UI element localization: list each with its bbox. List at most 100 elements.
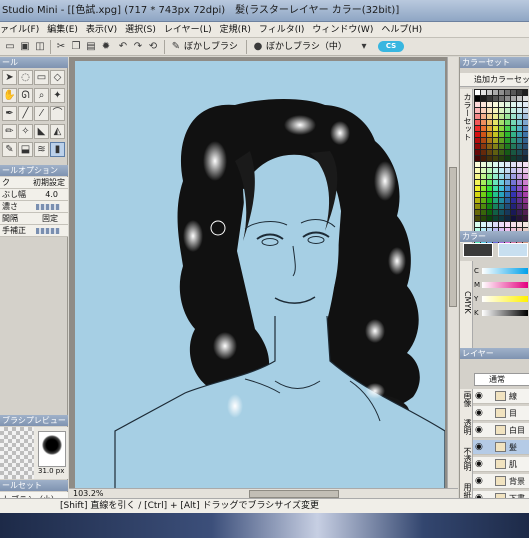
- color-swatch[interactable]: [517, 192, 522, 197]
- color-swatch[interactable]: [493, 144, 498, 149]
- copy-icon[interactable]: ❐: [70, 41, 82, 53]
- color-swatch[interactable]: [499, 222, 504, 227]
- color-swatch[interactable]: [493, 114, 498, 119]
- color-swatch[interactable]: [475, 162, 480, 167]
- color-swatch[interactable]: [511, 192, 516, 197]
- color-swatch[interactable]: [487, 168, 492, 173]
- interval-value[interactable]: 固定: [42, 213, 58, 224]
- chevron-down-icon[interactable]: ▾: [358, 41, 370, 53]
- color-swatch[interactable]: [517, 108, 522, 113]
- visibility-eye-icon[interactable]: ◉: [475, 459, 483, 469]
- stabilizer-slider[interactable]: [36, 228, 60, 234]
- color-swatch[interactable]: [505, 198, 510, 203]
- color-swatch[interactable]: [523, 198, 528, 203]
- blend-mode-select[interactable]: 通常: [474, 373, 529, 386]
- color-swatch[interactable]: [499, 126, 504, 131]
- menu-ruler[interactable]: 定規(R): [216, 22, 255, 37]
- color-swatch[interactable]: [475, 192, 480, 197]
- color-swatch[interactable]: [517, 186, 522, 191]
- color-swatch[interactable]: [481, 168, 486, 173]
- color-swatch[interactable]: [505, 180, 510, 185]
- sub-color-swatch[interactable]: [498, 243, 528, 257]
- color-swatch[interactable]: [493, 204, 498, 209]
- color-swatch[interactable]: [517, 162, 522, 167]
- color-swatch[interactable]: [517, 216, 522, 221]
- color-swatch[interactable]: [493, 186, 498, 191]
- lasso-icon[interactable]: ◌: [18, 70, 33, 85]
- color-swatch[interactable]: [481, 126, 486, 131]
- color-swatch[interactable]: [475, 132, 480, 137]
- ruler-icon[interactable]: ▮: [50, 142, 65, 157]
- color-swatch[interactable]: [517, 138, 522, 143]
- option-row[interactable]: 濃さ: [0, 201, 68, 213]
- color-swatch[interactable]: [505, 144, 510, 149]
- scroll-thumb[interactable]: [449, 167, 457, 307]
- color-swatch[interactable]: [481, 192, 486, 197]
- cursor-icon[interactable]: ➤: [2, 70, 17, 85]
- stamp-icon[interactable]: ⬓: [18, 142, 33, 157]
- color-swatch[interactable]: [523, 156, 528, 161]
- color-swatch[interactable]: [487, 132, 492, 137]
- color-swatch[interactable]: [499, 144, 504, 149]
- option-row[interactable]: ク 初期設定: [0, 177, 68, 189]
- color-swatch[interactable]: [523, 138, 528, 143]
- color-swatch[interactable]: [475, 210, 480, 215]
- color-swatch[interactable]: [511, 150, 516, 155]
- color-swatch[interactable]: [481, 174, 486, 179]
- m-slider[interactable]: [482, 282, 528, 288]
- hand-icon[interactable]: ✋: [2, 88, 17, 103]
- color-swatch[interactable]: [511, 186, 516, 191]
- color-swatch[interactable]: [481, 186, 486, 191]
- color-swatch[interactable]: [487, 210, 492, 215]
- color-swatch[interactable]: [487, 216, 492, 221]
- brush-width-value[interactable]: 4.0: [45, 189, 58, 200]
- color-swatch[interactable]: [499, 198, 504, 203]
- drawing-canvas[interactable]: [75, 61, 445, 493]
- color-swatch[interactable]: [475, 216, 480, 221]
- color-swatch[interactable]: [487, 102, 492, 107]
- color-swatch[interactable]: [493, 162, 498, 167]
- option-row[interactable]: 間隔 固定: [0, 213, 68, 225]
- color-swatch[interactable]: [481, 222, 486, 227]
- color-swatch[interactable]: [523, 132, 528, 137]
- lens-icon[interactable]: ⌕: [34, 88, 49, 103]
- color-swatch[interactable]: [493, 150, 498, 155]
- menu-window[interactable]: ウィンドウ(W): [308, 22, 377, 37]
- color-swatch[interactable]: [505, 174, 510, 179]
- layer-row[interactable]: ◉ 線: [473, 389, 529, 404]
- color-swatch[interactable]: [505, 162, 510, 167]
- color-swatch[interactable]: [487, 120, 492, 125]
- color-swatch[interactable]: [523, 102, 528, 107]
- color-swatch[interactable]: [517, 174, 522, 179]
- color-swatch[interactable]: [499, 108, 504, 113]
- color-swatch[interactable]: [511, 144, 516, 149]
- color-swatch[interactable]: [517, 222, 522, 227]
- fill-icon[interactable]: ◣: [34, 124, 49, 139]
- color-swatch[interactable]: [517, 210, 522, 215]
- color-swatch[interactable]: [499, 132, 504, 137]
- color-swatch[interactable]: [487, 198, 492, 203]
- color-swatch[interactable]: [505, 210, 510, 215]
- color-swatch[interactable]: [481, 156, 486, 161]
- color-swatch[interactable]: [475, 186, 480, 191]
- color-swatch[interactable]: [493, 168, 498, 173]
- color-swatch[interactable]: [487, 156, 492, 161]
- blur-icon[interactable]: ≋: [34, 142, 49, 157]
- menu-select[interactable]: 選択(S): [121, 22, 160, 37]
- color-swatch[interactable]: [487, 180, 492, 185]
- color-swatch[interactable]: [499, 204, 504, 209]
- color-swatch[interactable]: [517, 168, 522, 173]
- color-swatch[interactable]: [505, 102, 510, 107]
- color-swatch[interactable]: [499, 180, 504, 185]
- color-swatch[interactable]: [517, 156, 522, 161]
- color-swatch[interactable]: [511, 168, 516, 173]
- color-swatch[interactable]: [481, 204, 486, 209]
- color-swatch[interactable]: [517, 150, 522, 155]
- color-swatch[interactable]: [493, 120, 498, 125]
- color-swatch[interactable]: [493, 180, 498, 185]
- color-swatch[interactable]: [475, 150, 480, 155]
- color-swatch[interactable]: [505, 108, 510, 113]
- color-swatch[interactable]: [511, 102, 516, 107]
- layer-tab[interactable]: 画像: [461, 391, 472, 407]
- wand-icon[interactable]: ◭: [50, 124, 65, 139]
